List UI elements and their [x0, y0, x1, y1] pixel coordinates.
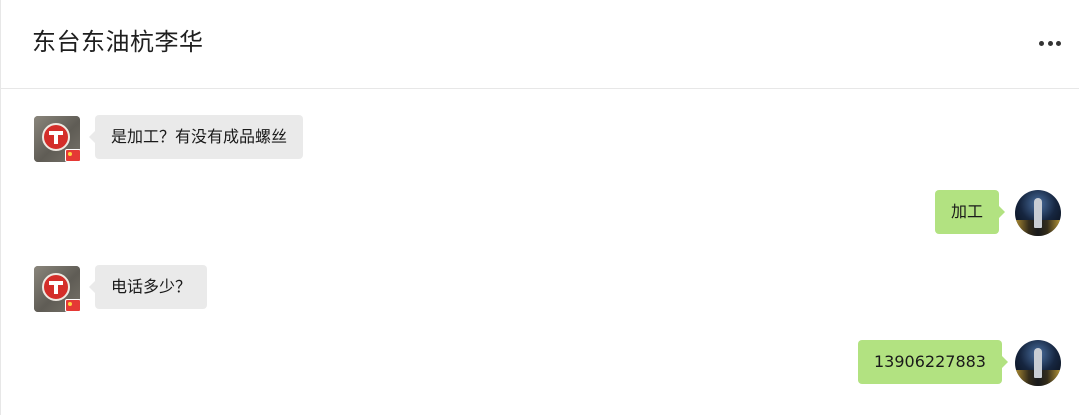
- avatar-figure: [1034, 348, 1042, 378]
- company-logo-icon: [42, 273, 70, 301]
- chat-window: 东台东油杭李华 是加工？有没有成品螺丝 加工 电话多少？ 13906227883: [0, 0, 1079, 415]
- contact-avatar[interactable]: [34, 116, 81, 162]
- company-logo-icon: [42, 123, 70, 151]
- more-options-button[interactable]: [1033, 30, 1067, 56]
- china-flag-icon: [65, 299, 81, 312]
- chat-header: 东台东油杭李华: [1, 0, 1079, 89]
- china-flag-icon: [65, 149, 81, 162]
- contact-avatar[interactable]: [34, 266, 81, 312]
- chat-title: 东台东油杭李华: [32, 28, 204, 56]
- message-bubble-outgoing[interactable]: 13906227883: [858, 340, 1008, 384]
- more-dots-icon: [1047, 40, 1053, 46]
- user-avatar[interactable]: [1015, 190, 1061, 236]
- message-bubble-incoming[interactable]: 是加工？有没有成品螺丝: [88, 115, 304, 159]
- user-avatar[interactable]: [1015, 340, 1061, 386]
- avatar-figure: [1034, 198, 1042, 228]
- more-dots-icon: [1056, 40, 1061, 46]
- message-list[interactable]: 是加工？有没有成品螺丝 加工 电话多少？ 13906227883: [1, 90, 1079, 415]
- message-bubble-incoming[interactable]: 电话多少？: [88, 265, 208, 309]
- more-dots-icon: [1039, 40, 1044, 46]
- message-bubble-outgoing[interactable]: 加工: [935, 190, 1006, 234]
